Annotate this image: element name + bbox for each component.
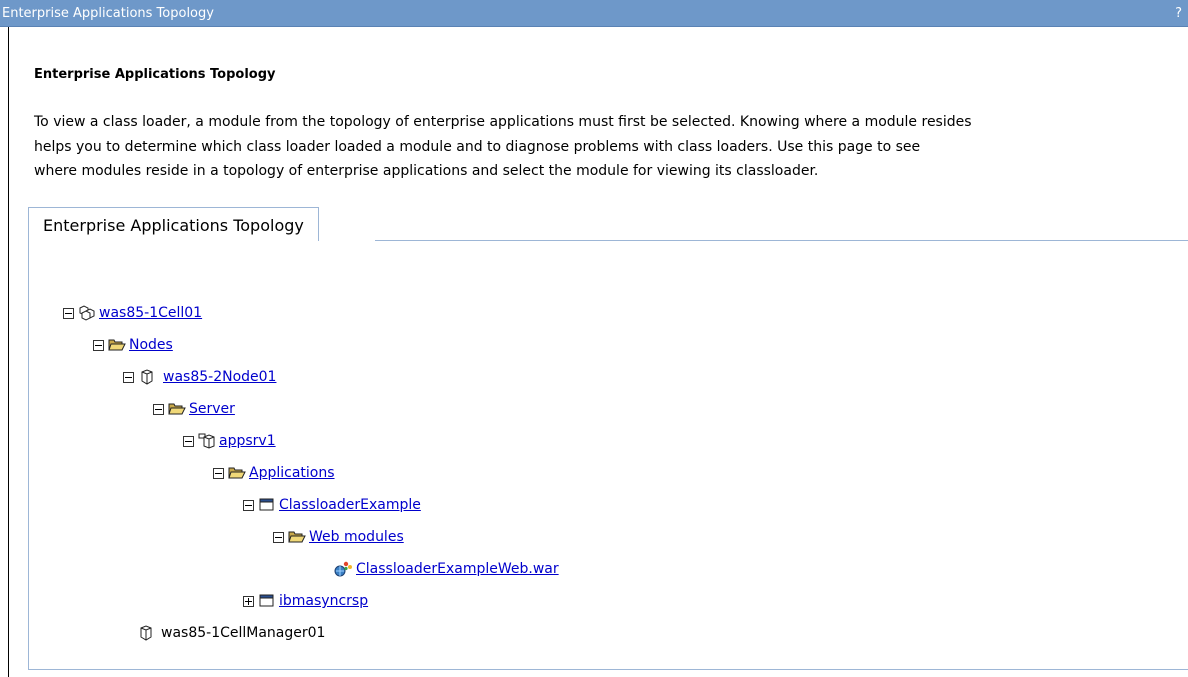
window-title: Enterprise Applications Topology [2,6,214,21]
tree-node-applications: Applications [213,462,335,484]
tree-node-server-folder: Server [153,398,235,420]
tree-link[interactable]: ClassloaderExampleWeb.war [356,561,559,577]
tree-node-application: ClassloaderExample [243,494,421,516]
folder-open-icon [288,529,306,545]
tree-link[interactable]: Nodes [129,337,173,353]
collapse-toggle-icon[interactable] [243,499,254,511]
tree-link[interactable]: Web modules [309,529,404,545]
tab-topology[interactable]: Enterprise Applications Topology [28,207,319,241]
description-line: To view a class loader, a module from th… [34,114,972,130]
application-icon [258,497,276,513]
folder-open-icon [168,401,186,417]
description-line: where modules reside in a topology of en… [34,163,819,180]
collapse-toggle-icon[interactable] [273,531,284,543]
tree-link[interactable]: Server [189,401,235,417]
tree-node-node: was85-2Node01 [123,366,276,388]
folder-open-icon [228,465,246,481]
server-icon [198,433,216,449]
collapse-toggle-icon[interactable] [153,403,164,415]
collapse-toggle-icon[interactable] [123,371,134,383]
tab-bar: Enterprise Applications Topology [28,207,1188,241]
tree-label: was85-1CellManager01 [161,625,326,641]
tree-link[interactable]: was85-2Node01 [163,369,276,385]
help-button[interactable]: ? [1175,6,1182,21]
web-module-icon [333,561,353,577]
page-title: Enterprise Applications Topology [34,67,276,82]
node-icon [138,369,156,385]
tree-link[interactable]: ibmasyncrsp [279,593,368,609]
tree-node-web-module: ClassloaderExampleWeb.war [333,558,559,580]
node-icon [137,625,155,641]
cell-icon [78,305,96,321]
tree-link[interactable]: appsrv1 [219,433,276,449]
left-border [8,27,9,677]
tree-link[interactable]: was85-1Cell01 [99,305,202,321]
tree-node-nodes: Nodes [93,334,173,356]
tree-node-web-modules: Web modules [273,526,404,548]
collapse-toggle-icon[interactable] [213,467,224,479]
tree-node-cell-manager: was85-1CellManager01 [137,622,325,644]
expand-toggle-icon[interactable] [243,595,254,607]
topology-panel: was85-1Cell01 Nodes was85-2Node01 Server… [28,240,1188,670]
collapse-toggle-icon[interactable] [63,307,74,319]
collapse-toggle-icon[interactable] [183,435,194,447]
tree-node-cell: was85-1Cell01 [63,302,202,324]
page-description: To view a class loader, a module from th… [34,110,1188,184]
description-line: helps you to determine which class loade… [34,138,921,155]
collapse-toggle-icon[interactable] [93,339,104,351]
tree-link[interactable]: ClassloaderExample [279,497,421,513]
folder-open-icon [108,337,126,353]
title-bar: Enterprise Applications Topology ? [0,0,1188,27]
tree-link[interactable]: Applications [249,465,335,481]
application-icon [258,593,276,609]
tree-node-application: ibmasyncrsp [243,590,368,612]
tree-node-server: appsrv1 [183,430,276,452]
